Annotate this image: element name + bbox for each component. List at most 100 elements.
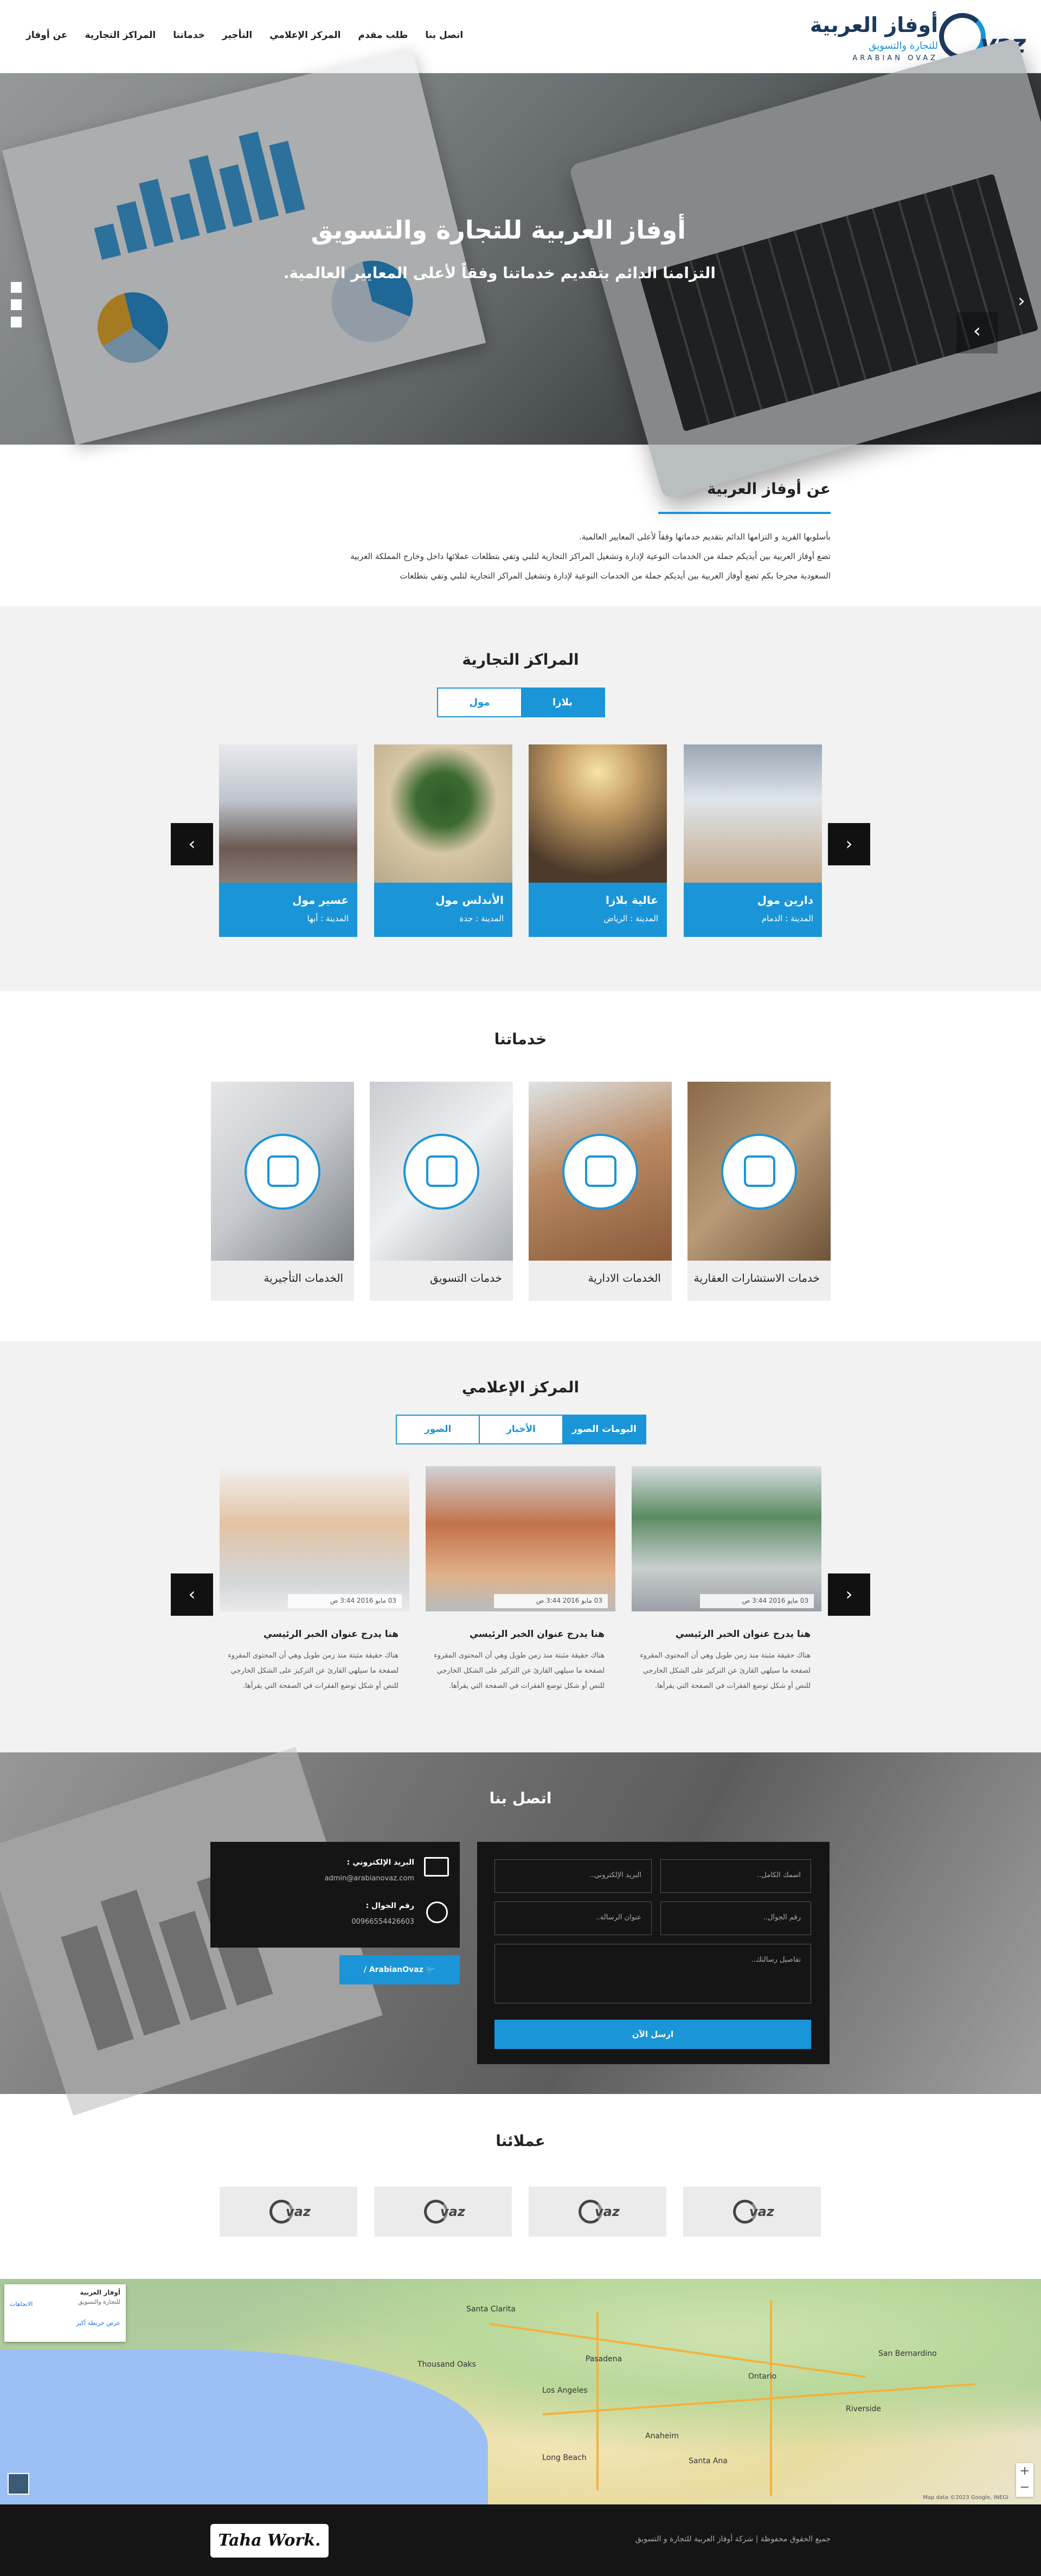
tab-news[interactable]: الأخبار — [479, 1416, 562, 1443]
media-title: المركز الإعلامي — [461, 1378, 580, 1396]
tab-albums[interactable]: البومات الصور — [562, 1416, 645, 1443]
hero-subtitle: التزامنا الدائم بتقديم خدماتنا وفقاً لأع… — [283, 264, 716, 282]
logo-ar-subtitle: للتجارة والتسويق — [869, 40, 938, 52]
contact-section: اتصل بنا اسمك الكامل.. البريد الإلكتروني… — [0, 1747, 1041, 2116]
news-card[interactable]: 03 مايو 2016 3:44 ص هنا يدرج عنوان الخبر… — [632, 1466, 821, 1721]
client-logo[interactable]: vaz — [220, 2187, 357, 2237]
twitter-button[interactable]: 🐦 ArabianOvaz / — [339, 1955, 460, 1984]
logo-ar-title: أوفاز العربية — [809, 13, 938, 37]
client-wordmark: vaz — [440, 2204, 465, 2219]
news-title: هنا يدرج عنوان الخبر الرئيسي — [263, 1629, 399, 1640]
news-date: 03 مايو 2016 3:44 ص — [700, 1594, 814, 1608]
client-wordmark: vaz — [749, 2204, 774, 2219]
news-title: هنا يدرج عنوان الخبر الرئيسي — [675, 1629, 811, 1640]
email-label: البريد الإلكتروني : — [346, 1858, 414, 1867]
name-field[interactable]: اسمك الكامل.. — [660, 1859, 811, 1893]
about-line: تضع أوفاز العربية بين أيديكم جملة من الخ… — [350, 551, 831, 561]
news-body: هناك حقيقة مثبتة منذ زمن طويل وهي أن الم… — [640, 1652, 811, 1690]
map-larger-link[interactable]: عرض خريطة أكبر — [10, 2320, 120, 2327]
phone-field[interactable]: رقم الجوال.. — [660, 1902, 811, 1935]
center-name: الأندلس مول — [435, 894, 504, 907]
message-field[interactable]: تفاصيل رسالتك.. — [494, 1944, 811, 2003]
center-photo — [684, 744, 822, 883]
news-date: 03 مايو 2016 3:44 ص — [288, 1594, 402, 1608]
service-card[interactable]: الخدمات الادارية — [529, 1082, 672, 1301]
nav-item-media[interactable]: المركز الإعلامي — [269, 30, 340, 41]
news-title: هنا يدرج عنوان الخبر الرئيسي — [469, 1629, 605, 1640]
centers-tabs: بلازا مول — [437, 688, 605, 717]
chevron-left-icon[interactable]: ‹ — [956, 312, 998, 354]
send-button[interactable]: ارسل الآن — [494, 2020, 811, 2049]
email-value[interactable]: admin@arabianovaz.com — [325, 1874, 414, 1883]
footer-brand[interactable]: Taha Work. — [210, 2524, 329, 2558]
google-map[interactable]: Santa Clarita San Bernardino Thousand Oa… — [0, 2279, 1041, 2512]
slider-dot[interactable] — [11, 299, 22, 310]
handshake-house-icon — [562, 1134, 638, 1210]
map-place: Anaheim — [645, 2432, 679, 2440]
tab-photos[interactable]: الصور — [397, 1416, 479, 1443]
map-place: Los Angeles — [542, 2386, 588, 2395]
map-directions-link[interactable]: الاتجاهات — [10, 2301, 33, 2308]
carousel-next-button[interactable]: › — [828, 823, 870, 865]
about-line: بأسلوبها الفريد و التزامها الدائم بتقديم… — [579, 532, 831, 542]
nav-item-rental[interactable]: التأجير — [222, 30, 252, 41]
nav-item-services[interactable]: خدماتنا — [173, 30, 205, 41]
media-section: المركز الإعلامي البومات الصور الأخبار ال… — [0, 1341, 1041, 1752]
phone-icon — [426, 1902, 448, 1923]
contact-info: البريد الإلكتروني : admin@arabianovaz.co… — [210, 1842, 460, 1948]
center-city: المدينة : الرياض — [603, 914, 658, 923]
slider-dot[interactable] — [11, 317, 22, 327]
client-logo[interactable]: vaz — [529, 2187, 666, 2237]
nav-item-request[interactable]: طلب مقدم — [358, 30, 408, 41]
nav-item-contact[interactable]: اتصل بنا — [425, 30, 463, 41]
nav-item-centers[interactable]: المراكز التجارية — [85, 30, 156, 41]
chevron-right-icon[interactable]: › — [1010, 290, 1033, 314]
tab-plaza[interactable]: بلازا — [521, 689, 604, 716]
tab-mall[interactable]: مول — [438, 689, 521, 716]
phone-label: رقم الجوال : — [365, 1902, 414, 1910]
map-place: Riverside — [846, 2405, 881, 2413]
center-city: المدينة : الدمام — [761, 914, 813, 923]
center-photo — [529, 744, 667, 883]
service-card[interactable]: خدمات الاستشارات العقارية — [687, 1082, 831, 1301]
site-header: عن أوفاز المراكز التجارية خدماتنا التأجي… — [0, 0, 1041, 73]
center-card[interactable]: دارين مول المدينة : الدمام — [684, 744, 822, 937]
news-card[interactable]: 03 مايو 2016 3:44 ص هنا يدرج عنوان الخبر… — [426, 1466, 615, 1721]
map-place: Santa Clarita — [466, 2305, 516, 2314]
contact-form: اسمك الكامل.. البريد الإلكتروني.. رقم ال… — [477, 1842, 830, 2064]
client-logo[interactable]: vaz — [683, 2187, 821, 2237]
centers-title: المراكز التجارية — [462, 651, 579, 669]
news-body: هناك حقيقة مثبتة منذ زمن طويل وهي أن الم… — [228, 1652, 399, 1690]
nav-item-about[interactable]: عن أوفاز — [26, 30, 68, 41]
service-card[interactable]: الخدمات التأجيرية — [211, 1082, 354, 1301]
mail-icon — [424, 1857, 449, 1877]
news-body: هناك حقيقة مثبتة منذ زمن طويل وهي أن الم… — [434, 1652, 605, 1690]
map-satellite-toggle[interactable] — [8, 2473, 29, 2495]
email-field[interactable]: البريد الإلكتروني.. — [494, 1859, 652, 1893]
consulting-icon — [721, 1134, 797, 1210]
hero-slider: أوفاز العربية للتجارة والتسويق التزامنا … — [0, 37, 1041, 500]
media-tabs: البومات الصور الأخبار الصور — [396, 1415, 646, 1444]
center-name: دارين مول — [757, 894, 813, 907]
carousel-prev-button[interactable]: ‹ — [171, 823, 213, 865]
carousel-next-button[interactable]: › — [828, 1573, 870, 1616]
carousel-prev-button[interactable]: ‹ — [171, 1573, 213, 1616]
client-logo[interactable]: vaz — [374, 2187, 512, 2237]
phone-value[interactable]: 00966554426603 — [351, 1918, 414, 1926]
center-card[interactable]: الأندلس مول المدينة : جدة — [374, 744, 512, 937]
rental-house-icon — [245, 1134, 320, 1210]
center-card[interactable]: عسير مول المدينة : أبها — [219, 744, 357, 937]
map-place: Long Beach — [542, 2453, 587, 2462]
page: عن أوفاز المراكز التجارية خدماتنا التأجي… — [0, 0, 1041, 2576]
map-credits: Map data ©2023 Google, INEGI — [923, 2495, 1008, 2501]
center-city: المدينة : أبها — [307, 914, 349, 923]
slider-dots — [11, 282, 22, 327]
news-card[interactable]: 03 مايو 2016 3:44 ص هنا يدرج عنوان الخبر… — [220, 1466, 409, 1721]
map-zoom-control[interactable]: + − — [1016, 2463, 1033, 2497]
map-place: Ontario — [748, 2372, 777, 2381]
subject-field[interactable]: عنوان الرسالة.. — [494, 1902, 652, 1935]
center-card[interactable]: عالية بلازا المدينة : الرياض — [529, 744, 667, 937]
service-card[interactable]: خدمات التسويق — [370, 1082, 513, 1301]
map-ocean — [0, 2349, 488, 2512]
slider-dot[interactable] — [11, 282, 22, 293]
